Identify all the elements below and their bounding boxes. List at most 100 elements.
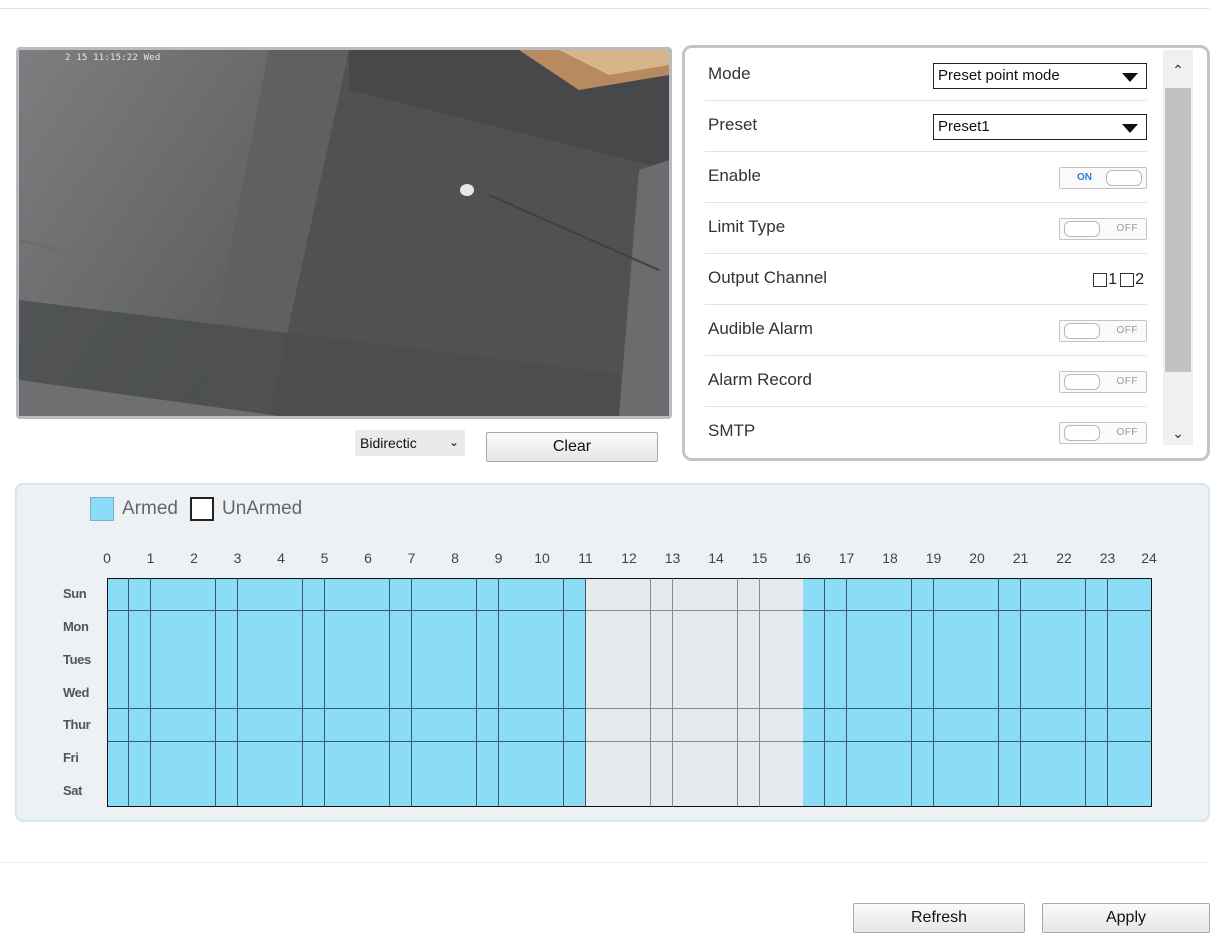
schedule-cell[interactable]	[172, 676, 195, 710]
video-preview[interactable]: 2 15 11:15:22 Wed	[16, 47, 672, 419]
schedule-cell[interactable]	[607, 578, 630, 612]
schedule-cell[interactable]	[172, 578, 195, 612]
schedule-cell[interactable]	[476, 610, 499, 644]
schedule-cell[interactable]	[824, 741, 847, 775]
schedule-cell[interactable]	[803, 643, 826, 677]
schedule-cell[interactable]	[215, 676, 238, 710]
schedule-cell[interactable]	[150, 610, 173, 644]
schedule-cell[interactable]	[716, 708, 739, 743]
schedule-cell[interactable]	[520, 643, 543, 677]
schedule-cell[interactable]	[411, 708, 434, 743]
schedule-cell[interactable]	[737, 643, 760, 677]
schedule-cell[interactable]	[302, 610, 325, 644]
schedule-cell[interactable]	[1064, 643, 1087, 677]
schedule-cell[interactable]	[346, 676, 369, 710]
chevron-down-icon[interactable]: ⌄	[1163, 418, 1193, 448]
schedule-cell[interactable]	[411, 643, 434, 677]
schedule-cell[interactable]	[498, 643, 521, 677]
schedule-cell[interactable]	[955, 643, 978, 677]
schedule-cell[interactable]	[389, 643, 412, 677]
schedule-cell[interactable]	[563, 578, 586, 612]
schedule-cell[interactable]	[520, 610, 543, 644]
schedule-cell[interactable]	[1107, 708, 1130, 743]
schedule-cell[interactable]	[716, 643, 739, 677]
refresh-button[interactable]: Refresh	[853, 903, 1025, 933]
schedule-cell[interactable]	[890, 676, 913, 710]
schedule-cell[interactable]	[629, 610, 652, 644]
schedule-cell[interactable]	[150, 774, 173, 808]
schedule-cell[interactable]	[998, 610, 1021, 644]
schedule-cell[interactable]	[759, 610, 782, 644]
schedule-cell[interactable]	[237, 708, 260, 743]
schedule-cell[interactable]	[1064, 610, 1087, 644]
schedule-cell[interactable]	[759, 708, 782, 743]
schedule-cell[interactable]	[563, 676, 586, 710]
schedule-cell[interactable]	[1107, 774, 1130, 808]
schedule-cell[interactable]	[933, 643, 956, 677]
enable-toggle[interactable]: ON	[1059, 167, 1147, 189]
schedule-cell[interactable]	[476, 774, 499, 808]
schedule-cell[interactable]	[259, 708, 282, 743]
schedule-cell[interactable]	[998, 708, 1021, 743]
schedule-cell[interactable]	[368, 610, 391, 644]
schedule-cell[interactable]	[955, 774, 978, 808]
schedule-cell[interactable]	[781, 578, 804, 612]
schedule-cell[interactable]	[520, 741, 543, 775]
schedule-cell[interactable]	[433, 708, 456, 743]
schedule-cell[interactable]	[737, 610, 760, 644]
schedule-cell[interactable]	[803, 741, 826, 775]
schedule-cell[interactable]	[476, 708, 499, 743]
schedule-cell[interactable]	[237, 578, 260, 612]
schedule-cell[interactable]	[302, 578, 325, 612]
schedule-cell[interactable]	[846, 643, 869, 677]
schedule-cell[interactable]	[107, 676, 130, 710]
schedule-cell[interactable]	[846, 676, 869, 710]
schedule-cell[interactable]	[694, 578, 717, 612]
schedule-cell[interactable]	[476, 676, 499, 710]
schedule-cell[interactable]	[1085, 578, 1108, 612]
schedule-cell[interactable]	[1042, 578, 1065, 612]
schedule-cell[interactable]	[933, 578, 956, 612]
schedule-cell[interactable]	[1064, 708, 1087, 743]
schedule-cell[interactable]	[346, 610, 369, 644]
scrollbar-thumb[interactable]	[1165, 88, 1191, 372]
schedule-cell[interactable]	[1129, 578, 1152, 612]
schedule-cell[interactable]	[389, 741, 412, 775]
schedule-cell[interactable]	[716, 578, 739, 612]
schedule-cell[interactable]	[281, 676, 304, 710]
schedule-cell[interactable]	[607, 774, 630, 808]
schedule-cell[interactable]	[433, 676, 456, 710]
schedule-cell[interactable]	[128, 643, 151, 677]
schedule-cell[interactable]	[694, 741, 717, 775]
schedule-cell[interactable]	[716, 774, 739, 808]
schedule-cell[interactable]	[846, 708, 869, 743]
schedule-cell[interactable]	[455, 578, 478, 612]
schedule-cell[interactable]	[411, 578, 434, 612]
schedule-cell[interactable]	[237, 741, 260, 775]
schedule-cell[interactable]	[324, 643, 347, 677]
schedule-cell[interactable]	[281, 643, 304, 677]
schedule-cell[interactable]	[1129, 610, 1152, 644]
schedule-cell[interactable]	[846, 741, 869, 775]
schedule-cell[interactable]	[977, 708, 1000, 743]
schedule-cell[interactable]	[542, 676, 565, 710]
schedule-cell[interactable]	[150, 578, 173, 612]
schedule-cell[interactable]	[890, 741, 913, 775]
schedule-cell[interactable]	[455, 610, 478, 644]
schedule-cell[interactable]	[824, 774, 847, 808]
schedule-cell[interactable]	[781, 610, 804, 644]
clear-button[interactable]: Clear	[486, 432, 658, 462]
schedule-cell[interactable]	[237, 676, 260, 710]
schedule-cell[interactable]	[803, 610, 826, 644]
schedule-cell[interactable]	[368, 741, 391, 775]
schedule-cell[interactable]	[846, 610, 869, 644]
schedule-cell[interactable]	[194, 676, 217, 710]
schedule-cell[interactable]	[737, 741, 760, 775]
schedule-cell[interactable]	[672, 774, 695, 808]
schedule-cell[interactable]	[1107, 676, 1130, 710]
schedule-cell[interactable]	[542, 708, 565, 743]
schedule-cell[interactable]	[1129, 708, 1152, 743]
schedule-cell[interactable]	[563, 643, 586, 677]
schedule-cell[interactable]	[694, 610, 717, 644]
schedule-cell[interactable]	[128, 741, 151, 775]
